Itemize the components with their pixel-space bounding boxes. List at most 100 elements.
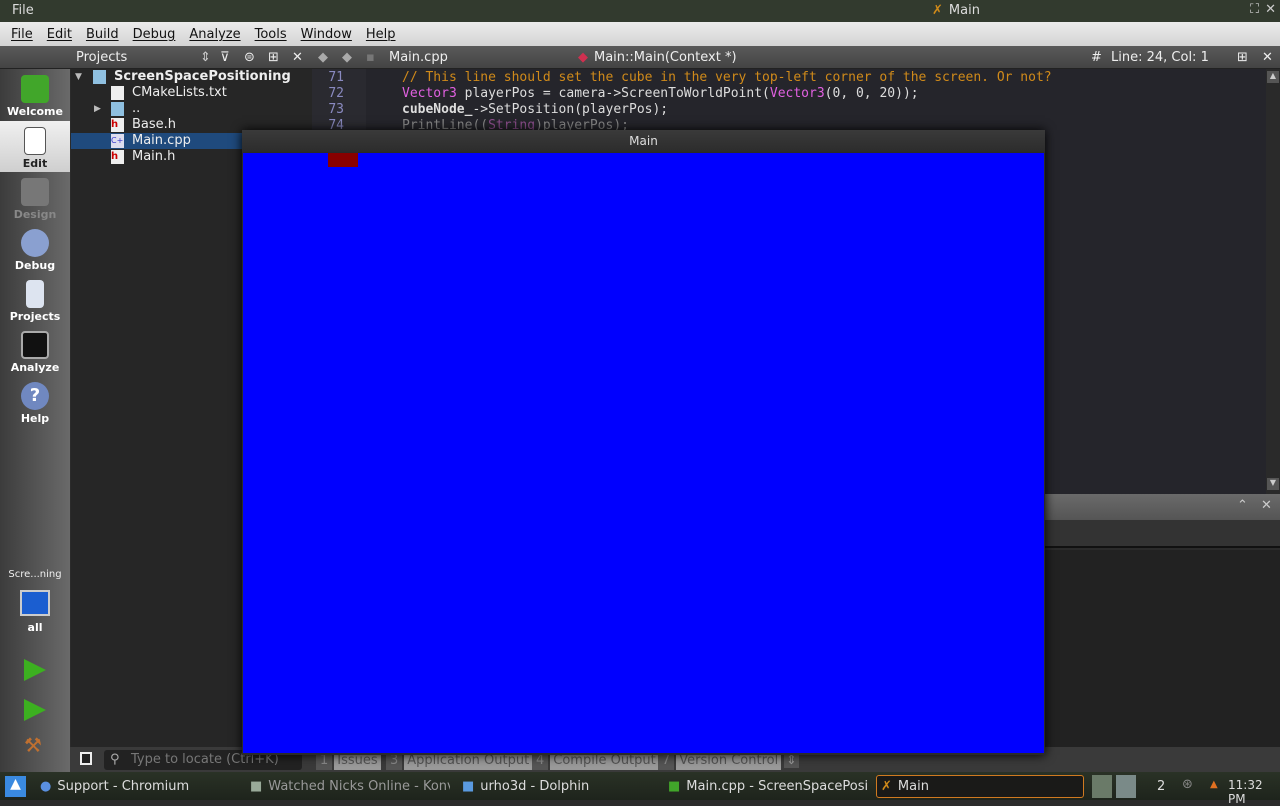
tab-version-control[interactable]: 7 Version Control bbox=[658, 753, 782, 770]
cursor-position[interactable]: Line: 24, Col: 1 bbox=[1111, 50, 1209, 65]
task-chromium[interactable]: ● Support - Chromium bbox=[40, 775, 200, 798]
menu-bar: File Edit Build Debug Analyze Tools Wind… bbox=[0, 22, 1280, 46]
main-window-title: Main bbox=[242, 130, 1045, 152]
qtcreator-icon: ■ bbox=[668, 779, 681, 794]
collapsed-arrow-icon[interactable]: ▶ bbox=[94, 101, 101, 117]
mode-label: Debug bbox=[14, 259, 56, 272]
desktop-pager-2[interactable] bbox=[1116, 775, 1136, 798]
kit-selector-icon[interactable] bbox=[20, 590, 50, 616]
tab-compile-output[interactable]: 4 Compile Output bbox=[532, 753, 659, 770]
split-icon[interactable]: ⊞ bbox=[268, 50, 279, 65]
mode-label: Design bbox=[13, 208, 57, 221]
symbol-select[interactable]: Main::Main(Context *) bbox=[594, 50, 737, 65]
mode-design[interactable]: Design bbox=[0, 172, 70, 223]
projects-view-select[interactable]: Projects bbox=[76, 50, 127, 65]
kit-project-name: Scre...ning bbox=[8, 569, 62, 580]
tree-item-project[interactable]: ▼ ScreenSpacePositioning bbox=[71, 69, 312, 85]
task-konversation[interactable]: ■ Watched Nicks Online - Konv bbox=[250, 775, 450, 798]
code-line: Vector3 playerPos = camera->ScreenToWorl… bbox=[402, 86, 919, 101]
filter-icon[interactable]: ⊽ bbox=[220, 50, 230, 65]
mode-label: Help bbox=[20, 412, 50, 425]
menu-build[interactable]: Build bbox=[79, 27, 126, 42]
lock-icon: ▪ bbox=[366, 50, 375, 65]
mode-help[interactable]: ? Help bbox=[0, 376, 70, 427]
folder-icon bbox=[111, 102, 124, 116]
output-pane-toolbar bbox=[1045, 520, 1280, 548]
menu-help[interactable]: Help bbox=[359, 27, 403, 42]
line-number: 72 bbox=[328, 86, 344, 101]
mode-welcome[interactable]: Welcome bbox=[0, 69, 70, 120]
clock[interactable]: 11:32 PM bbox=[1228, 778, 1280, 806]
open-file-select[interactable]: Main.cpp bbox=[389, 50, 448, 65]
mode-analyze[interactable]: Analyze bbox=[0, 325, 70, 376]
output-pane-header: ⌃ ✕ bbox=[1045, 494, 1280, 520]
build-config: all bbox=[27, 621, 43, 634]
close-pane-icon[interactable]: ✕ bbox=[1261, 498, 1272, 513]
forward-icon[interactable]: ◆ bbox=[342, 50, 352, 65]
task-qtcreator[interactable]: ■ Main.cpp - ScreenSpacePosi bbox=[668, 775, 868, 798]
folder-icon bbox=[26, 280, 44, 308]
mode-label: Edit bbox=[22, 157, 48, 170]
app-launcher-icon[interactable]: ▲ bbox=[5, 776, 26, 797]
taskbar: ▲ ● Support - Chromium ■ Watched Nicks Onl… bbox=[0, 772, 1280, 806]
mode-label: Projects bbox=[9, 310, 61, 323]
chromium-icon: ● bbox=[40, 779, 52, 794]
task-label: Support - Chromium bbox=[57, 779, 190, 794]
sync-icon[interactable]: ⊜ bbox=[244, 50, 255, 65]
editor-scrollbar[interactable]: ▲ ▼ bbox=[1266, 69, 1280, 494]
tree-item-folder[interactable]: ▶.. bbox=[71, 101, 312, 117]
build-hammer-icon[interactable]: ⚒ bbox=[24, 733, 42, 757]
menu-window[interactable]: Window bbox=[294, 27, 359, 42]
main-app-icon: ✗ bbox=[881, 779, 892, 794]
help-icon: ? bbox=[21, 382, 49, 410]
tree-item-label: Main.h bbox=[132, 149, 176, 164]
maximize-pane-icon[interactable]: ⌃ bbox=[1237, 498, 1248, 513]
notification-arrow-icon[interactable]: ▲ bbox=[1210, 779, 1218, 790]
konversation-icon: ■ bbox=[250, 779, 263, 794]
close-button[interactable]: ✕ bbox=[1265, 2, 1276, 17]
tree-item-file[interactable]: CMakeLists.txt bbox=[71, 85, 312, 101]
menu-edit[interactable]: Edit bbox=[40, 27, 79, 42]
close-panel-icon[interactable]: ✕ bbox=[292, 50, 303, 65]
task-dolphin[interactable]: ■ urho3d - Dolphin bbox=[462, 775, 662, 798]
more-tabs-icon[interactable]: ⇕ bbox=[784, 753, 799, 768]
desktop-count: 2 bbox=[1157, 779, 1166, 794]
project-folder-icon bbox=[93, 70, 106, 84]
tree-item-label: Base.h bbox=[132, 117, 177, 132]
view-select-arrows-icon[interactable]: ⇕ bbox=[200, 50, 211, 65]
close-editor-icon[interactable]: ✕ bbox=[1262, 50, 1273, 65]
mode-debug[interactable]: Debug bbox=[0, 223, 70, 274]
search-icon: ⚲ bbox=[110, 752, 120, 767]
maximize-button[interactable]: ⛶ bbox=[1250, 2, 1259, 17]
toolbar: Projects ⇕ ⊽ ⊜ ⊞ ✕ ◆ ◆ ▪ Main.cpp ◆ Main… bbox=[0, 46, 1280, 69]
tab-issues[interactable]: 1 Issues bbox=[316, 753, 381, 770]
tab-application-output[interactable]: 3 Application Output bbox=[386, 753, 533, 770]
debug-run-icon[interactable] bbox=[24, 699, 46, 721]
toggle-sidebar-icon[interactable] bbox=[80, 752, 92, 765]
split-editor-icon[interactable]: ⊞ bbox=[1237, 50, 1248, 65]
run-icon[interactable] bbox=[24, 659, 46, 681]
mode-edit[interactable]: Edit bbox=[0, 121, 70, 172]
back-icon[interactable]: ◆ bbox=[318, 50, 328, 65]
symbol-icon: ◆ bbox=[578, 50, 588, 65]
tray-icon[interactable]: ⊛ bbox=[1182, 777, 1193, 792]
desktop-pager-1[interactable] bbox=[1092, 775, 1112, 798]
menu-debug[interactable]: Debug bbox=[126, 27, 183, 42]
analyze-monitor-icon bbox=[21, 331, 49, 359]
mode-projects[interactable]: Projects bbox=[0, 274, 70, 325]
render-viewport[interactable] bbox=[243, 153, 1044, 753]
code-line: cubeNode_->SetPosition(playerPos); bbox=[402, 102, 669, 117]
mode-label: Welcome bbox=[7, 105, 63, 118]
code-line: // This line should set the cube in the … bbox=[402, 70, 1052, 85]
window-title-bar: File ✗ Main ⛶ ✕ bbox=[0, 0, 1280, 22]
expand-arrow-icon[interactable]: ▼ bbox=[75, 69, 82, 85]
menu-tools[interactable]: Tools bbox=[248, 27, 294, 42]
title-file-menu[interactable]: File bbox=[12, 3, 34, 18]
task-main-active[interactable]: ✗ Main bbox=[876, 775, 1084, 798]
menu-file[interactable]: File bbox=[4, 27, 40, 42]
menu-analyze[interactable]: Analyze bbox=[182, 27, 247, 42]
dolphin-icon: ■ bbox=[462, 779, 475, 794]
main-app-window: Main bbox=[242, 130, 1045, 755]
line-number: 71 bbox=[328, 70, 344, 85]
tree-item-label: Main.cpp bbox=[132, 133, 191, 148]
